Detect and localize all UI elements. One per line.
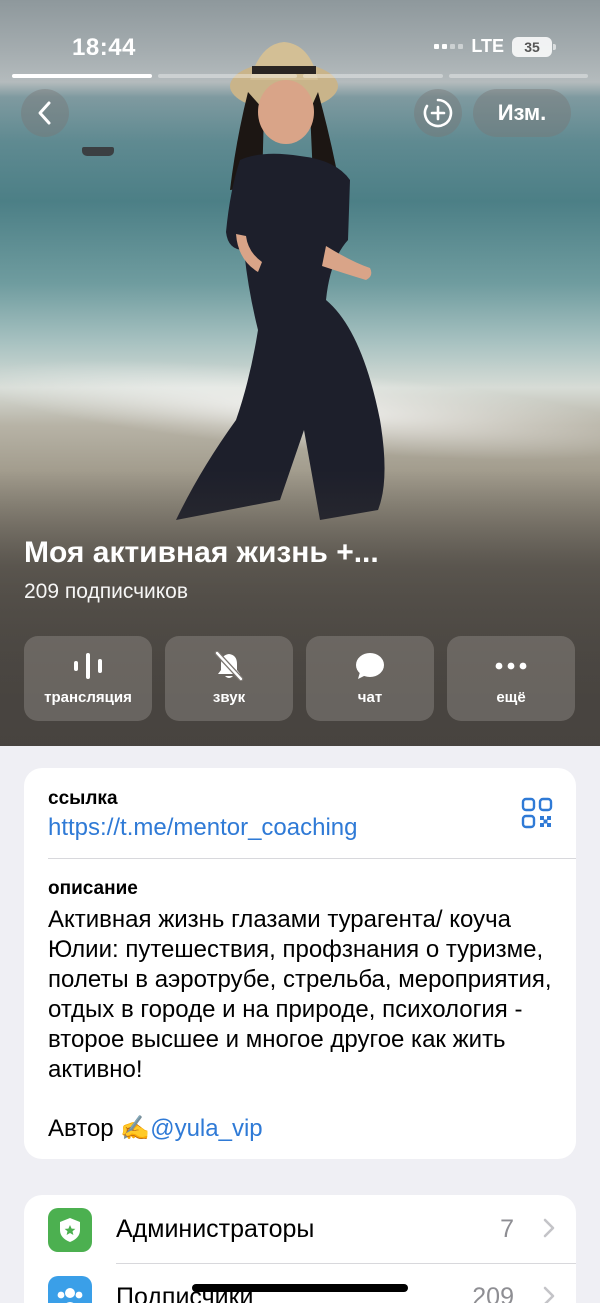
row-count: 7 xyxy=(500,1215,514,1243)
cellular-signal-icon xyxy=(434,44,464,49)
add-story-button[interactable] xyxy=(414,89,462,137)
action-label: трансляция xyxy=(44,689,132,706)
edit-button[interactable]: Изм. xyxy=(473,89,571,137)
chat-button[interactable]: чат xyxy=(306,636,434,721)
chat-bubble-icon xyxy=(355,651,385,681)
story-segment xyxy=(157,74,297,78)
home-indicator[interactable] xyxy=(192,1284,408,1292)
sound-button[interactable]: звук xyxy=(165,636,293,721)
qr-code-button[interactable] xyxy=(521,797,553,829)
subscriber-count: 209 подписчиков xyxy=(24,580,189,603)
story-segment xyxy=(448,74,588,78)
add-story-icon xyxy=(423,98,453,128)
action-label: чат xyxy=(357,689,383,706)
story-segment xyxy=(303,74,443,78)
admins-row[interactable]: Администраторы 7 xyxy=(24,1195,576,1264)
author-line: Автор ✍️@yula_vip xyxy=(48,1114,263,1143)
story-progress-bar xyxy=(12,74,588,78)
more-dots-icon xyxy=(495,651,527,681)
people-icon xyxy=(48,1276,92,1303)
author-mention-link[interactable]: @yula_vip xyxy=(150,1115,262,1142)
channel-description: Активная жизнь глазами турагента/ коуча … xyxy=(48,906,552,1083)
divider xyxy=(48,858,576,859)
story-segment xyxy=(12,74,152,78)
bell-muted-icon xyxy=(214,651,244,681)
action-label: звук xyxy=(212,689,246,706)
status-indicators: LTE 35 xyxy=(434,36,556,57)
row-count: 209 xyxy=(472,1283,514,1303)
link-label: ссылка xyxy=(48,788,118,809)
battery-icon: 35 xyxy=(512,36,556,57)
chevron-right-icon xyxy=(543,1218,555,1238)
shield-badge-icon xyxy=(48,1208,92,1252)
description-label: описание xyxy=(48,878,138,899)
chevron-left-icon xyxy=(38,101,51,125)
chevron-right-icon xyxy=(543,1286,555,1303)
more-button[interactable]: ещё xyxy=(447,636,575,721)
live-stream-icon xyxy=(72,651,104,681)
action-label: ещё xyxy=(496,689,526,706)
channel-actions: трансляция звук чат ещё xyxy=(24,636,575,721)
network-type: LTE xyxy=(471,36,504,56)
back-button[interactable] xyxy=(21,89,69,137)
channel-title: Моя активная жизнь +... xyxy=(24,536,379,569)
qr-code-icon xyxy=(521,797,553,829)
status-time: 18:44 xyxy=(72,34,136,61)
row-label: Администраторы xyxy=(116,1215,315,1243)
live-stream-button[interactable]: трансляция xyxy=(24,636,152,721)
channel-link[interactable]: https://t.me/mentor_coaching xyxy=(48,814,358,842)
subscribers-row[interactable]: Подписчики 209 xyxy=(24,1263,576,1303)
author-prefix: Автор ✍️ xyxy=(48,1115,151,1142)
